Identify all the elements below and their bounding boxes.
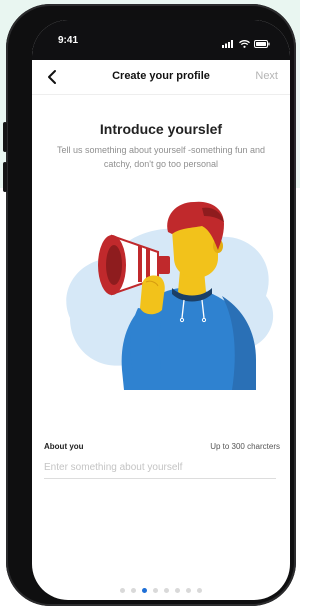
volume-button (3, 162, 7, 192)
phone-screen: 9:41 Create your profile Next Introduce … (32, 20, 290, 600)
page-dot (186, 588, 191, 594)
page-dot (153, 588, 158, 594)
page-title: Create your profile (112, 70, 210, 82)
page-dot (164, 588, 169, 594)
intro-headline: Introduce yourslef (99, 121, 223, 137)
status-bar: 9:41 (32, 20, 290, 60)
nav-bar: Create your profile Next (32, 60, 290, 95)
about-you-input[interactable] (44, 456, 276, 479)
page-indicator (32, 582, 290, 594)
page-dot (142, 588, 147, 594)
intro-subtext: Tell us something about yourself -someth… (56, 145, 266, 169)
phone-frame: 9:41 Create your profile Next Introduce … (3, 4, 296, 606)
page-dot (131, 588, 136, 594)
battery-icon (254, 39, 270, 48)
page-dot (197, 588, 202, 594)
character-limit-hint: Up to 300 charcters (210, 442, 280, 451)
volume-button (3, 122, 7, 152)
status-icons (222, 35, 270, 53)
next-button[interactable]: Next (255, 70, 278, 82)
wifi-icon (238, 39, 250, 48)
page-dot (120, 588, 125, 594)
about-you-label: About you (44, 442, 84, 451)
signal-icon (222, 39, 234, 48)
person-with-megaphone-illustration (66, 201, 274, 390)
status-time: 9:41 (58, 35, 79, 46)
page-dot (175, 588, 180, 594)
